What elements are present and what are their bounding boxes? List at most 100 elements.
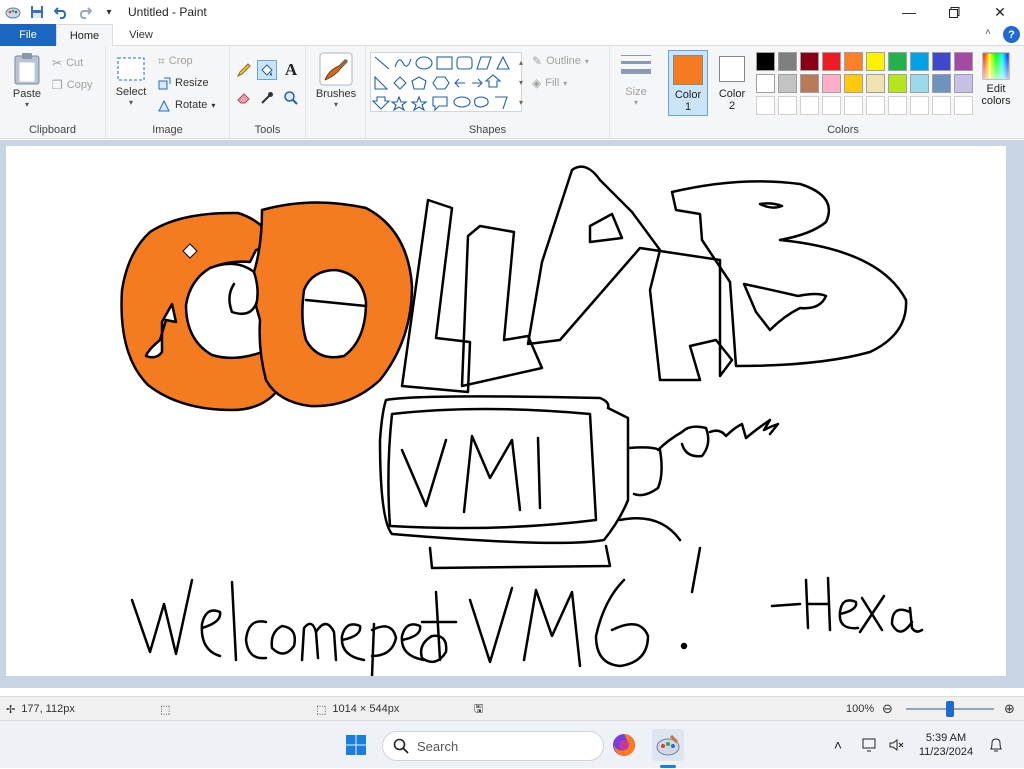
clock-date: 11/23/2024 — [918, 746, 974, 758]
custom-color-swatch[interactable] — [844, 96, 863, 115]
maximize-button[interactable] — [931, 0, 977, 24]
select-rectangle-icon — [117, 57, 145, 81]
custom-color-swatch[interactable] — [756, 96, 775, 115]
color-swatch[interactable] — [756, 74, 775, 93]
shapes-gallery[interactable] — [370, 52, 522, 112]
color-swatch[interactable] — [954, 52, 973, 71]
custom-color-swatch[interactable] — [954, 96, 973, 115]
color-swatch[interactable] — [910, 52, 929, 71]
brushes-button[interactable]: Brushes ▾ — [314, 52, 358, 109]
crop-label: Crop — [168, 55, 193, 67]
text-tool-icon[interactable]: A — [281, 60, 301, 80]
firefox-taskbar-icon[interactable] — [608, 729, 640, 761]
color1-swatch — [673, 55, 703, 85]
resize-button[interactable]: Resize — [158, 74, 209, 92]
color-swatch[interactable] — [822, 52, 841, 71]
canvas-area — [0, 140, 1024, 688]
minimize-button[interactable]: — — [886, 0, 932, 24]
rotate-button[interactable]: Rotate ▾ — [158, 96, 215, 114]
notification-bell-icon[interactable] — [984, 721, 1008, 769]
windows-logo-icon — [346, 735, 366, 755]
custom-color-swatch[interactable] — [866, 96, 885, 115]
tools-group-label: Tools — [254, 124, 281, 136]
edit-colors-button[interactable]: Edit colors — [976, 52, 1016, 118]
select-dropdown-icon[interactable]: ▾ — [129, 98, 133, 107]
color-swatch[interactable] — [800, 74, 819, 93]
brushes-dropdown-icon: ▾ — [333, 100, 338, 109]
color-swatch[interactable] — [778, 74, 797, 93]
zoom-in-button[interactable]: ⊕ — [1004, 697, 1015, 721]
cut-button[interactable]: ✂ Cut — [52, 54, 83, 72]
rotate-dropdown-icon: ▾ — [211, 100, 216, 110]
size-button[interactable]: Size ▾ — [614, 52, 658, 112]
tab-file[interactable]: File — [0, 24, 56, 46]
custom-color-swatch[interactable] — [822, 96, 841, 115]
color-swatch[interactable] — [756, 52, 775, 71]
paste-dropdown-icon[interactable]: ▾ — [25, 100, 29, 109]
outline-button[interactable]: ✎ Outline ▾ — [532, 52, 589, 70]
select-button[interactable]: Select ▾ — [114, 56, 148, 107]
network-icon[interactable] — [858, 721, 882, 769]
save-icon[interactable] — [28, 3, 46, 21]
color-swatch[interactable] — [888, 52, 907, 71]
color1-number: 1 — [684, 101, 692, 113]
color-swatch[interactable] — [844, 52, 863, 71]
color-swatch[interactable] — [932, 74, 951, 93]
canvas-size-icon: ⬚ — [316, 703, 327, 716]
drawing-canvas[interactable] — [6, 146, 1006, 676]
color-picker-icon[interactable] — [257, 88, 277, 108]
pencil-icon[interactable] — [234, 60, 254, 80]
cursor-position-icon: ✢ — [6, 703, 16, 716]
file-size-icon: 🖫 — [474, 702, 484, 715]
color2-button[interactable]: Color 2 — [712, 50, 752, 116]
zoom-level: 100% — [846, 703, 875, 715]
color-swatch[interactable] — [888, 74, 907, 93]
fill-button[interactable]: ◈ Fill ▾ — [532, 74, 567, 92]
start-button[interactable] — [340, 729, 372, 761]
title-bar: ▾ Untitled - Paint — ✕ — [0, 0, 1024, 24]
custom-color-swatch[interactable] — [888, 96, 907, 115]
help-icon[interactable]: ? — [1003, 26, 1020, 43]
fill-bucket-icon[interactable] — [257, 60, 277, 80]
brushes-group: Brushes ▾ — [306, 46, 366, 139]
magnifier-icon[interactable] — [281, 88, 301, 108]
zoom-slider[interactable] — [906, 701, 994, 717]
custom-color-swatch[interactable] — [778, 96, 797, 115]
color-swatch[interactable] — [954, 74, 973, 93]
color-swatch[interactable] — [844, 74, 863, 93]
close-button[interactable]: ✕ — [977, 0, 1023, 24]
copy-button[interactable]: ❐ Copy — [52, 76, 92, 94]
volume-muted-icon[interactable] — [884, 721, 908, 769]
color1-label: Color — [674, 89, 702, 101]
tab-view[interactable]: View — [113, 24, 169, 46]
shapes-scroll[interactable]: ▴ ▾ ▾ — [516, 52, 526, 112]
color1-button[interactable]: Color 1 — [668, 50, 708, 116]
paint-taskbar-icon[interactable] — [652, 729, 684, 761]
undo-icon[interactable] — [52, 3, 70, 21]
custom-color-swatch[interactable] — [910, 96, 929, 115]
color-swatch[interactable] — [932, 52, 951, 71]
paste-button[interactable]: Paste ▾ — [8, 52, 46, 109]
crop-button[interactable]: ⌗ Crop — [158, 52, 193, 70]
zoom-out-button[interactable]: ⊖ — [882, 697, 893, 721]
edit-colors-label-1: Edit — [986, 83, 1006, 95]
clock[interactable]: 5:39 AM 11/23/2024 — [914, 721, 978, 769]
zoom-slider-thumb[interactable] — [946, 701, 954, 717]
color2-swatch — [719, 56, 745, 82]
taskbar-search[interactable]: Search — [382, 731, 604, 761]
collapse-ribbon-icon[interactable]: ˄ — [985, 27, 991, 38]
color-swatch[interactable] — [800, 52, 819, 71]
show-hidden-icons-button[interactable]: ˄ — [826, 721, 850, 769]
color-swatch[interactable] — [910, 74, 929, 93]
color-swatch[interactable] — [866, 74, 885, 93]
redo-icon[interactable] — [76, 3, 94, 21]
color-swatch[interactable] — [778, 52, 797, 71]
copy-icon: ❐ — [52, 78, 63, 92]
color-swatch[interactable] — [866, 52, 885, 71]
eraser-icon[interactable] — [234, 88, 254, 108]
tab-home[interactable]: Home — [56, 24, 113, 47]
custom-color-swatch[interactable] — [800, 96, 819, 115]
custom-color-swatch[interactable] — [932, 96, 951, 115]
color-swatch[interactable] — [822, 74, 841, 93]
customize-quick-access-icon[interactable]: ▾ — [100, 3, 118, 21]
